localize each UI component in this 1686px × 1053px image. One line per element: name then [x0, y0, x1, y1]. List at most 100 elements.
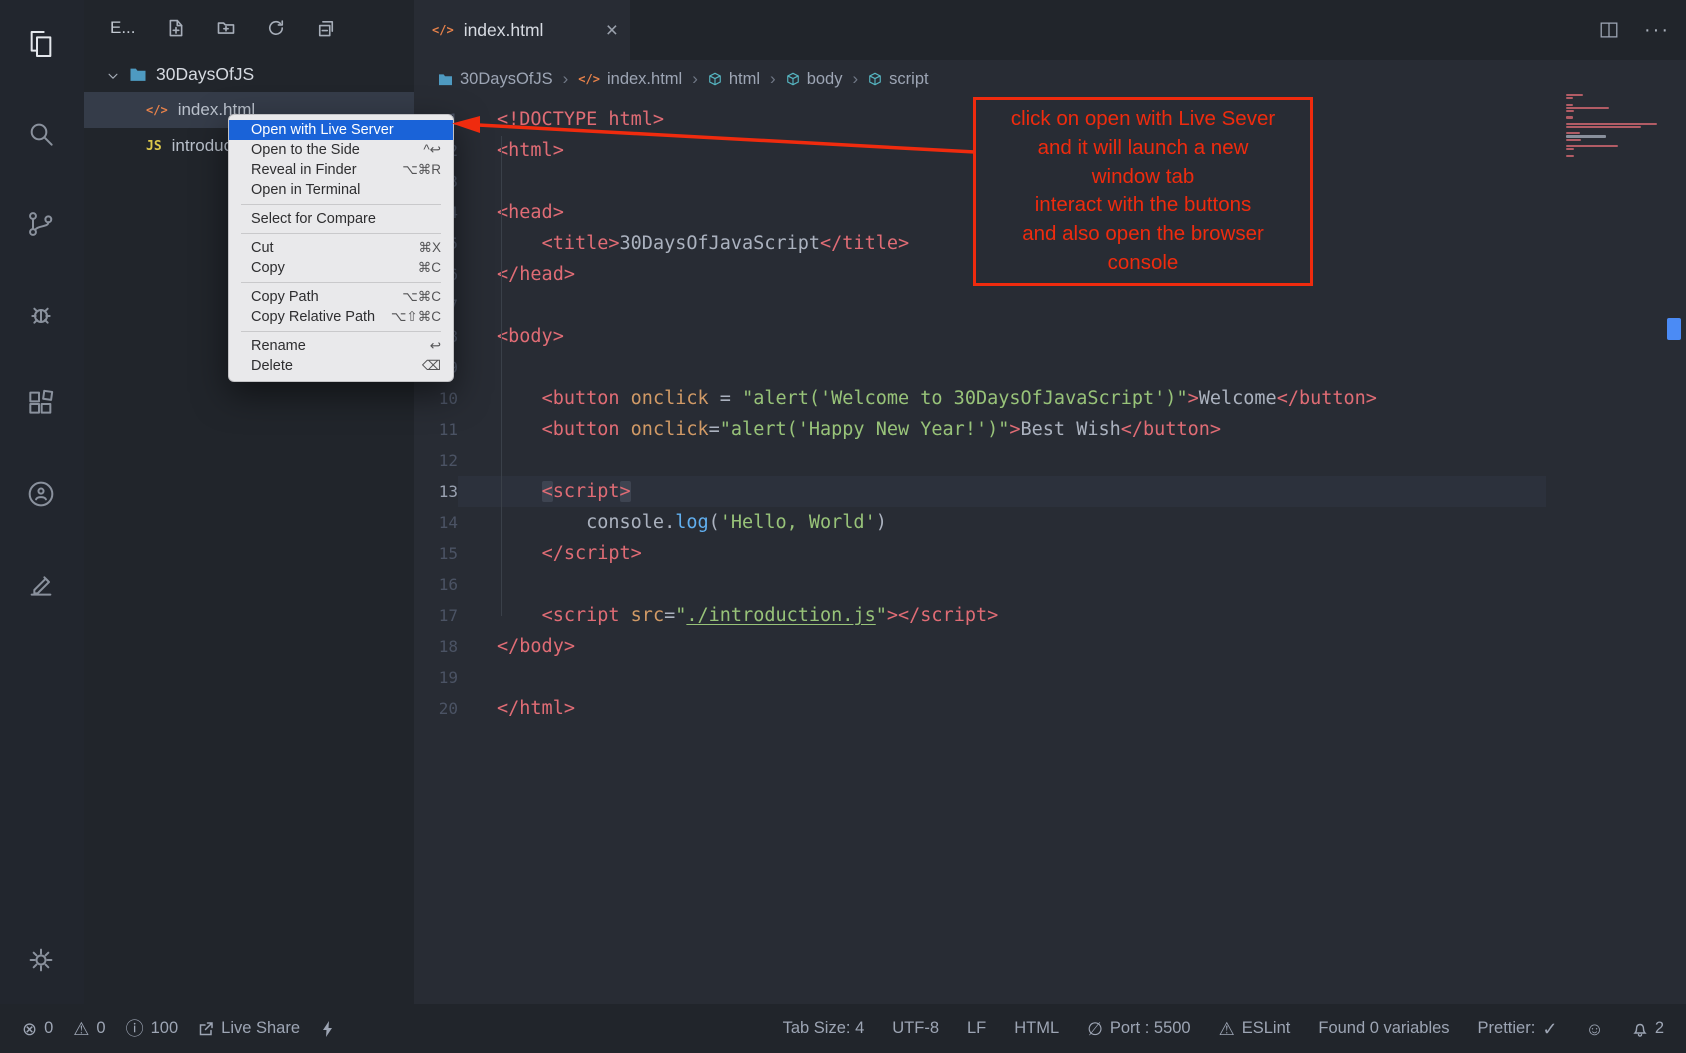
- menu-separator: [241, 204, 441, 205]
- collapse-folders-icon[interactable]: [316, 18, 336, 38]
- annotation-text-line: window tab: [980, 163, 1306, 192]
- code-line-8[interactable]: 8<body>: [414, 321, 1686, 352]
- status-2[interactable]: 2: [1632, 1019, 1664, 1038]
- code-line-9[interactable]: 9: [414, 352, 1686, 383]
- run-debug-icon[interactable]: [25, 298, 59, 332]
- html-file-icon: </>: [578, 72, 600, 86]
- line-content: [458, 290, 1686, 321]
- code-line-17[interactable]: 17 <script src="./introduction.js"></scr…: [414, 600, 1686, 631]
- status-html[interactable]: HTML: [1014, 1019, 1059, 1038]
- code-line-13[interactable]: 13 <script>: [414, 476, 1686, 507]
- menu-item-rename[interactable]: Rename↩: [229, 336, 453, 356]
- extensions-icon[interactable]: [25, 388, 59, 422]
- status-smiley[interactable]: ☺: [1585, 1020, 1603, 1038]
- code-line-19[interactable]: 19: [414, 662, 1686, 693]
- status-label: 100: [151, 1019, 179, 1038]
- status-label: Port : 5500: [1110, 1019, 1191, 1038]
- live-share-icon[interactable]: [25, 478, 59, 512]
- explorer-icon[interactable]: [25, 28, 59, 62]
- line-number: 16: [414, 569, 458, 600]
- status-label: ESLint: [1242, 1019, 1291, 1038]
- code-line-7[interactable]: 7: [414, 290, 1686, 321]
- minimap-line: [1566, 155, 1574, 157]
- menu-item-reveal-in-finder[interactable]: Reveal in Finder⌥⌘R: [229, 160, 453, 180]
- code-line-14[interactable]: 14 console.log('Hello, World'): [414, 507, 1686, 538]
- breadcrumb-item-html[interactable]: html: [708, 70, 760, 89]
- status-live-share[interactable]: Live Share: [198, 1019, 300, 1038]
- code-line-15[interactable]: 15 </script>: [414, 538, 1686, 569]
- code-line-12[interactable]: 12: [414, 445, 1686, 476]
- search-icon[interactable]: [25, 118, 59, 152]
- menu-item-copy-path[interactable]: Copy Path ⌥⌘C: [229, 287, 453, 307]
- minimap[interactable]: [1566, 94, 1670, 158]
- line-number: 15: [414, 538, 458, 569]
- overview-ruler-marker: [1667, 318, 1681, 340]
- menu-item-shortcut: ⌘X: [418, 240, 441, 256]
- code-line-18[interactable]: 18</body>: [414, 631, 1686, 662]
- menu-item-label: Copy Path: [251, 289, 319, 305]
- folder-icon: [129, 67, 147, 82]
- settings-gear-icon[interactable]: [25, 944, 59, 978]
- menu-item-label: Select for Compare: [251, 211, 376, 227]
- status-0[interactable]: ⊗0: [22, 1019, 53, 1038]
- new-folder-icon[interactable]: [216, 18, 236, 38]
- menu-separator: [241, 282, 441, 283]
- folder-root-30daysofjs[interactable]: 30DaysOfJS: [84, 56, 414, 92]
- menu-item-open-to-the-side[interactable]: Open to the Side^↩: [229, 140, 453, 160]
- menu-item-shortcut: ⌥⌘C: [402, 289, 441, 305]
- menu-item-open-in-terminal[interactable]: Open in Terminal: [229, 180, 453, 200]
- activity-bar: [0, 0, 84, 1004]
- breadcrumb-item-30daysofjs[interactable]: 30DaysOfJS: [438, 70, 553, 89]
- new-file-icon[interactable]: [166, 18, 186, 38]
- warning-icon: ⚠: [73, 1020, 89, 1038]
- source-control-icon[interactable]: [25, 208, 59, 242]
- menu-item-shortcut: ⌥⇧⌘C: [391, 309, 441, 325]
- code-line-20[interactable]: 20</html>: [414, 693, 1686, 724]
- context-menu: Open with Live ServerOpen to the Side^↩R…: [228, 114, 454, 382]
- code-line-16[interactable]: 16: [414, 569, 1686, 600]
- menu-item-cut[interactable]: Cut ⌘X: [229, 238, 453, 258]
- menu-item-label: Cut: [251, 240, 274, 256]
- breadcrumb-separator: ›: [852, 69, 858, 89]
- menu-item-label: Open in Terminal: [251, 182, 360, 198]
- menu-item-open-with-live-server[interactable]: Open with Live Server: [229, 120, 453, 140]
- refresh-icon[interactable]: [266, 18, 286, 38]
- close-tab-icon[interactable]: ×: [606, 20, 618, 41]
- minimap-line: [1566, 104, 1573, 106]
- status-100[interactable]: ⓘ100: [126, 1019, 179, 1038]
- breadcrumb-label: body: [807, 70, 843, 89]
- minimap-line: [1566, 94, 1583, 96]
- code-line-10[interactable]: 10 <button onclick = "alert('Welcome to …: [414, 383, 1686, 414]
- status-utf-8[interactable]: UTF-8: [892, 1019, 939, 1038]
- tab-label: index.html: [464, 20, 544, 41]
- status-tab-size-4[interactable]: Tab Size: 4: [783, 1019, 865, 1038]
- status-label: 2: [1655, 1019, 1664, 1038]
- line-content: console.log('Hello, World'): [458, 507, 1686, 538]
- tab-index-html[interactable]: </> index.html ×: [414, 0, 630, 60]
- menu-item-select-for-compare[interactable]: Select for Compare: [229, 209, 453, 229]
- status-label: Prettier:: [1478, 1019, 1536, 1038]
- split-editor-icon[interactable]: [1598, 19, 1620, 41]
- status-eslint[interactable]: ⚠ESLint: [1219, 1019, 1291, 1038]
- status-0[interactable]: ⚠0: [73, 1019, 105, 1038]
- menu-separator: [241, 233, 441, 234]
- edit-feedback-icon[interactable]: [25, 568, 59, 602]
- menu-item-copy[interactable]: Copy⌘C: [229, 258, 453, 278]
- minimap-line: [1566, 148, 1574, 150]
- breadcrumb-item-index-html[interactable]: </>index.html: [578, 70, 682, 89]
- status-prettier[interactable]: Prettier:✓: [1478, 1019, 1558, 1038]
- status-lf[interactable]: LF: [967, 1019, 986, 1038]
- more-actions-icon[interactable]: ···: [1644, 19, 1670, 42]
- line-content: <script src="./introduction.js"></script…: [458, 600, 1686, 631]
- status-found-0-variables[interactable]: Found 0 variables: [1318, 1019, 1449, 1038]
- breadcrumb-separator: ›: [692, 69, 698, 89]
- status-port-5500[interactable]: ∅Port : 5500: [1087, 1019, 1190, 1038]
- line-number: 13: [414, 476, 458, 507]
- code-line-11[interactable]: 11 <button onclick="alert('Happy New Yea…: [414, 414, 1686, 445]
- status-right: Tab Size: 4 UTF-8 LF HTML ∅Port : 5500 ⚠ESLin…: [783, 1019, 1664, 1038]
- menu-item-delete[interactable]: Delete⌫: [229, 356, 453, 376]
- status-bolt[interactable]: [320, 1021, 336, 1037]
- menu-item-copy-relative-path[interactable]: Copy Relative Path⌥⇧⌘C: [229, 307, 453, 327]
- breadcrumb-item-body[interactable]: body: [786, 70, 843, 89]
- breadcrumb-item-script[interactable]: script: [868, 70, 928, 89]
